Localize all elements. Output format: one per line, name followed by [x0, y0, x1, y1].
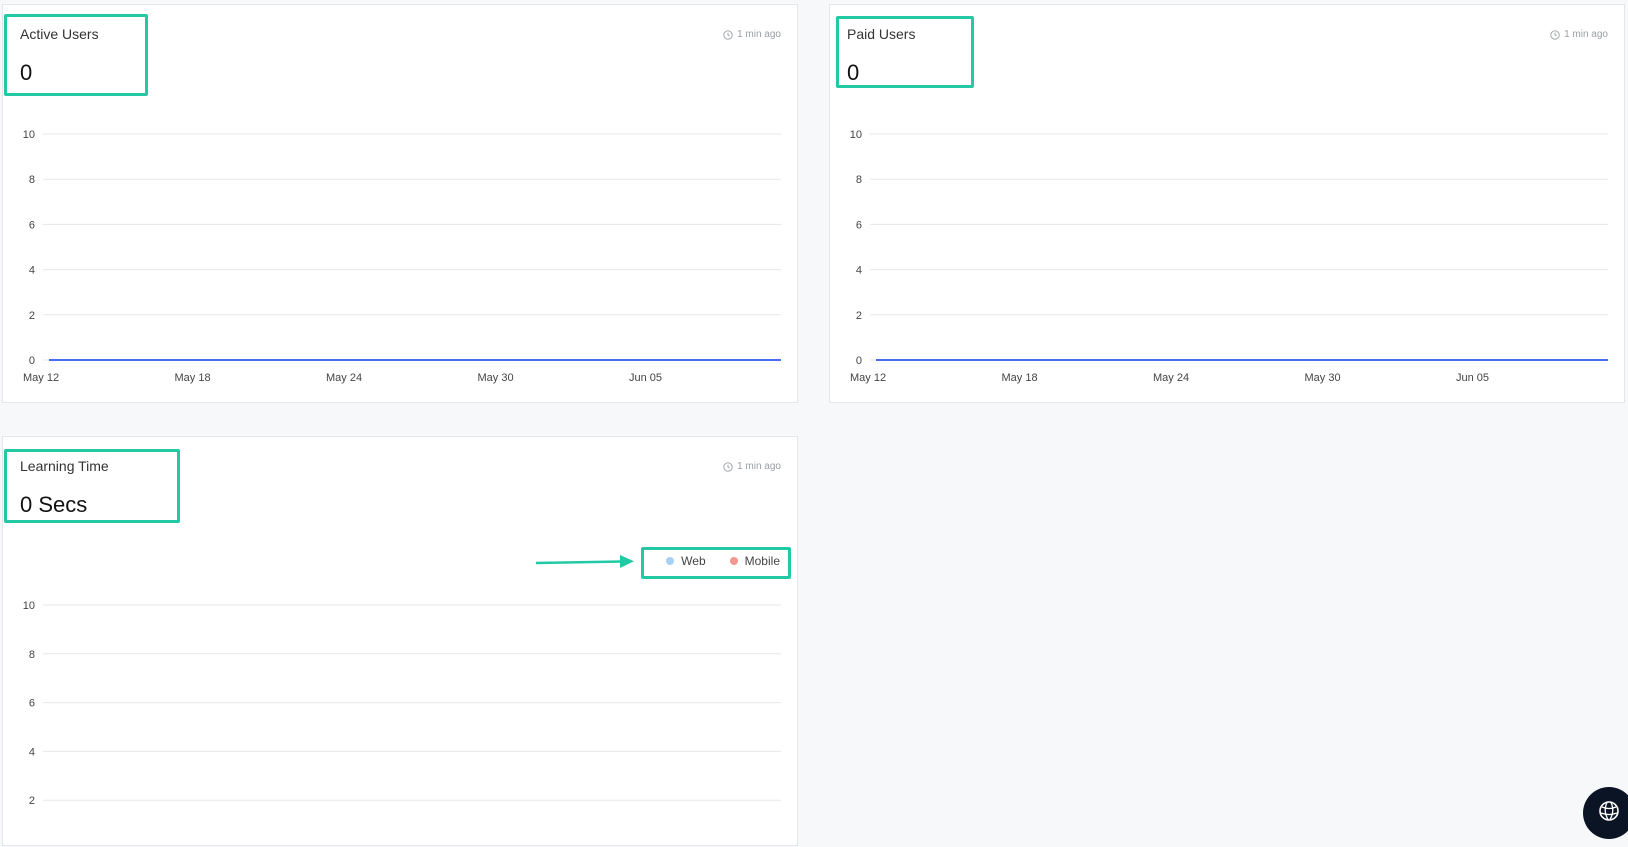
y-tick-label: 4 — [29, 265, 35, 277]
y-tick-label: 8 — [29, 174, 35, 186]
x-tick-label: Jun 05 — [629, 372, 662, 384]
x-tick-label: May 30 — [478, 372, 514, 384]
y-tick-label: 10 — [23, 129, 35, 141]
active-users-chart: 0 2 4 6 8 10 May 12 May 18 May 24 May 30 Jun 05 — [23, 129, 781, 384]
y-tick-label: 2 — [29, 310, 35, 322]
y-tick-label: 4 — [856, 265, 862, 277]
y-tick-label: 6 — [856, 219, 862, 231]
y-tick-label: 6 — [29, 698, 35, 710]
y-tick-label: 8 — [856, 174, 862, 186]
x-tick-label: Jun 05 — [1456, 372, 1489, 384]
paid-users-card: Paid Users 0 1 min ago 0 2 4 6 8 10 May 12 May … — [829, 4, 1625, 403]
x-tick-label: May 18 — [175, 372, 211, 384]
x-tick-label: May 30 — [1305, 372, 1341, 384]
active-users-card: Active Users 0 1 min ago 0 2 4 6 8 10 May 12 Ma… — [2, 4, 798, 403]
y-tick-label: 8 — [29, 649, 35, 661]
x-tick-label: May 24 — [1153, 372, 1189, 384]
globe-button[interactable] — [1583, 787, 1628, 839]
x-tick-label: May 12 — [850, 372, 886, 384]
y-tick-label: 6 — [29, 219, 35, 231]
learning-time-card: Learning Time 0 Secs 1 min ago Web Mobil… — [2, 436, 798, 846]
x-tick-label: May 12 — [23, 372, 59, 384]
y-tick-label: 10 — [850, 129, 862, 141]
x-tick-label: May 18 — [1002, 372, 1038, 384]
x-tick-label: May 24 — [326, 372, 362, 384]
globe-icon — [1598, 800, 1620, 827]
y-tick-label: 4 — [29, 746, 35, 758]
y-tick-label: 2 — [856, 310, 862, 322]
y-tick-label: 0 — [856, 355, 862, 367]
y-tick-label: 10 — [23, 600, 35, 612]
y-tick-label: 2 — [29, 795, 35, 807]
paid-users-chart: 0 2 4 6 8 10 May 12 May 18 May 24 May 30 Jun 05 — [850, 129, 1608, 384]
learning-time-chart: 2 4 6 8 10 — [23, 600, 781, 807]
y-tick-label: 0 — [29, 355, 35, 367]
